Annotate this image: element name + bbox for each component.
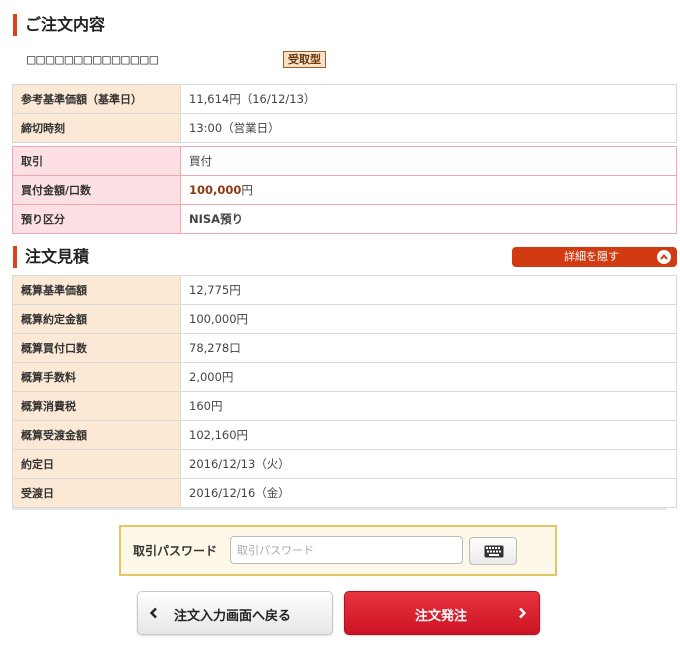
- fund-type-badge: 受取型: [283, 51, 326, 68]
- table-row: 概算基準価額 12,775円: [12, 275, 677, 305]
- fund-name: □□□□□□□□□□□□□□: [27, 52, 160, 68]
- estimate-row-label: 概算消費税: [12, 391, 181, 421]
- submit-button-label: 注文発注: [415, 609, 468, 624]
- trade-type-label: 取引: [12, 146, 181, 176]
- table-row: 取引 買付: [12, 146, 677, 176]
- keyboard-icon: [484, 545, 504, 558]
- back-to-order-input-button[interactable]: 注文入力画面へ戻る: [137, 591, 333, 635]
- estimate-row-label: 概算約定金額: [12, 304, 181, 334]
- estimate-row-value: 2016/12/13（火）: [180, 449, 677, 479]
- software-keyboard-button[interactable]: [469, 537, 517, 565]
- estimate-row-value: 12,775円: [180, 275, 677, 305]
- table-row: 概算消費税 160円: [12, 391, 677, 421]
- chevron-left-icon: [149, 607, 157, 619]
- table-row: 参考基準価額（基準日） 11,614円（16/12/13）: [12, 84, 677, 114]
- estimate-table: 概算基準価額 12,775円 概算約定金額 100,000円 概算買付口数 78…: [12, 275, 677, 508]
- purchase-amount-label: 買付金額/口数: [12, 175, 181, 205]
- estimate-row-label: 約定日: [12, 449, 181, 479]
- estimate-row-value: 2,000円: [180, 362, 677, 392]
- purchase-amount-value: 100,000円: [180, 175, 677, 205]
- table-row: 概算約定金額 100,000円: [12, 304, 677, 334]
- hide-details-button[interactable]: 詳細を隠す: [512, 247, 677, 267]
- estimate-row-label: 概算受渡金額: [12, 420, 181, 450]
- table-row: 概算手数料 2,000円: [12, 362, 677, 392]
- password-input[interactable]: [230, 536, 463, 564]
- trade-type-value: 買付: [180, 146, 677, 176]
- place-order-button[interactable]: 注文発注: [344, 591, 540, 635]
- account-type-label: 預り区分: [12, 204, 181, 234]
- purchase-amount-unit: 円: [241, 183, 253, 197]
- account-type-value: NISA預り: [180, 204, 677, 234]
- estimate-row-value: 78,278口: [180, 333, 677, 363]
- table-row: 概算買付口数 78,278口: [12, 333, 677, 363]
- password-panel: 取引パスワード: [119, 525, 557, 576]
- trade-table: 取引 買付 買付金額/口数 100,000円 預り区分 NISA預り: [12, 146, 677, 234]
- chevron-right-icon: [519, 607, 527, 619]
- reference-price-value: 11,614円（16/12/13）: [180, 84, 677, 114]
- table-row: 約定日 2016/12/13（火）: [12, 449, 677, 479]
- table-row: 預り区分 NISA預り: [12, 204, 677, 234]
- table-row: 締切時刻 13:00（営業日）: [12, 113, 677, 143]
- password-label: 取引パスワード: [133, 544, 218, 558]
- estimate-row-label: 概算買付口数: [12, 333, 181, 363]
- estimate-row-value: 2016/12/16（金）: [180, 478, 677, 508]
- estimate-row-label: 受渡日: [12, 478, 181, 508]
- back-button-label: 注文入力画面へ戻る: [174, 609, 292, 624]
- reference-table: 参考基準価額（基準日） 11,614円（16/12/13） 締切時刻 13:00…: [12, 84, 677, 143]
- estimate-section-title: 注文見積: [13, 246, 89, 268]
- cutoff-time-value: 13:00（営業日）: [180, 113, 677, 143]
- chevron-up-icon: [657, 250, 671, 264]
- table-row: 受渡日 2016/12/16（金）: [12, 478, 677, 508]
- hide-details-label: 詳細を隠す: [564, 250, 619, 263]
- estimate-row-value: 160円: [180, 391, 677, 421]
- estimate-row-label: 概算基準価額: [12, 275, 181, 305]
- estimate-row-value: 102,160円: [180, 420, 677, 450]
- order-section-title: ご注文内容: [13, 14, 105, 36]
- divider: [12, 508, 667, 510]
- cutoff-time-label: 締切時刻: [12, 113, 181, 143]
- reference-price-label: 参考基準価額（基準日）: [12, 84, 181, 114]
- estimate-row-label: 概算手数料: [12, 362, 181, 392]
- table-row: 買付金額/口数 100,000円: [12, 175, 677, 205]
- purchase-amount-number: 100,000: [189, 183, 242, 197]
- estimate-row-value: 100,000円: [180, 304, 677, 334]
- table-row: 概算受渡金額 102,160円: [12, 420, 677, 450]
